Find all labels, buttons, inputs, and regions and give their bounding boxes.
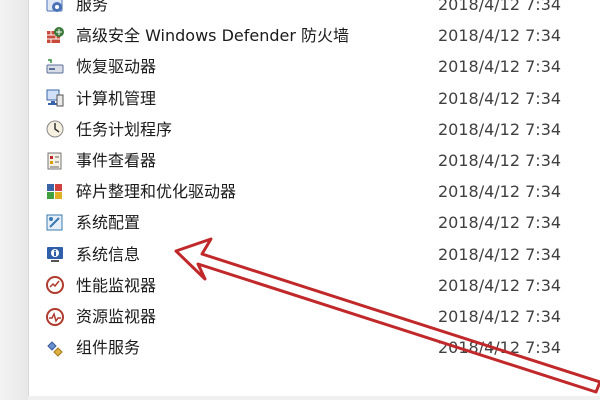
list-item-name: 系统信息 [76,244,141,264]
list-item[interactable]: 系统配置 2018/4/12 7:34 [40,208,600,237]
services-icon [45,0,65,15]
list-item-date: 2018/4/12 7:34 [438,244,562,264]
resource-monitor-icon [45,307,65,327]
list-item-date: 2018/4/12 7:34 [438,182,562,202]
list-item-date: 2018/4/12 7:34 [438,307,562,326]
list-item-name: 服务 [76,0,109,14]
performance-monitor-icon [45,275,65,295]
admin-tools-window: 服务 2018/4/12 7:34 高级安全 Windows Defender 防火… [0,0,600,400]
list-item[interactable]: 资源监视器 2018/4/12 7:34 [40,302,600,331]
list-item-name: 计算机管理 [76,88,157,108]
list-item-name: 性能监视器 [76,275,157,295]
list-item-name: 碎片整理和优化驱动器 [76,182,237,202]
list-item[interactable]: 高级安全 Windows Defender 防火墙 2018/4/12 7:34 [40,21,600,50]
list-item-date: 2018/4/12 7:34 [438,26,562,46]
list-item-date: 2018/4/12 7:34 [438,88,562,108]
event-viewer-icon [45,151,65,171]
list-item[interactable]: 任务计划程序 2018/4/12 7:34 [40,115,600,144]
list-item-name: 系统配置 [76,213,141,233]
list-item-date: 2018/4/12 7:34 [438,119,562,139]
list-item[interactable]: 计算机管理 2018/4/12 7:34 [40,84,600,113]
list-item-name: 事件查看器 [76,151,157,170]
task-scheduler-icon [45,119,65,139]
list-item[interactable]: 碎片整理和优化驱动器 2018/4/12 7:34 [40,177,600,206]
system-info-icon [45,244,65,264]
list-item[interactable]: 事件查看器 2018/4/12 7:34 [40,146,600,175]
list-item-date: 2018/4/12 7:34 [438,151,562,170]
list-item-date: 2018/4/12 7:34 [438,0,562,14]
recovery-drive-icon [45,57,65,77]
list-item[interactable]: 服务 2018/4/12 7:34 [40,0,600,19]
defrag-icon [45,182,65,202]
list-item-date: 2018/4/12 7:34 [438,213,562,233]
firewall-icon [45,26,65,46]
list-item-name: 组件服务 [76,338,141,358]
list-item-name: 资源监视器 [76,307,157,326]
list-item[interactable]: 性能监视器 2018/4/12 7:34 [40,271,600,300]
list-item-date: 2018/4/12 7:34 [438,275,562,295]
list-item[interactable]: 系统信息 2018/4/12 7:34 [40,240,600,269]
list-item-name: 高级安全 Windows Defender 防火墙 [76,26,350,46]
list-item[interactable]: 恢复驱动器 2018/4/12 7:34 [40,52,600,81]
list-item-date: 2018/4/12 7:34 [438,57,562,77]
list-item-name: 任务计划程序 [76,119,173,139]
list-item[interactable]: 组件服务 2018/4/12 7:34 [40,333,600,362]
list-item-name: 恢复驱动器 [76,57,157,77]
component-services-icon [45,338,65,358]
navigation-pane-edge [0,0,28,400]
computer-management-icon [45,88,65,108]
system-config-icon [45,213,65,233]
list-item-date: 2018/4/12 7:34 [438,338,562,358]
